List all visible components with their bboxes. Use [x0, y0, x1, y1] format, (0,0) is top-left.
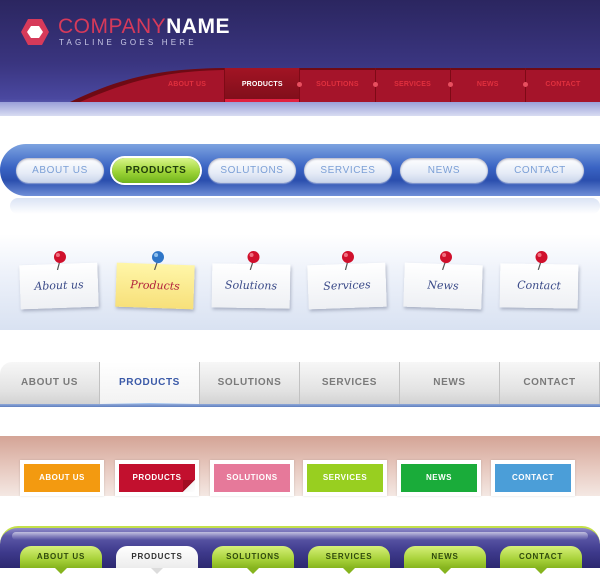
gray-tab-about-us[interactable]: ABOUT US	[0, 362, 100, 404]
sticky-note-products[interactable]: Products	[115, 251, 195, 310]
green-tab-news[interactable]: NEWS	[404, 546, 486, 574]
header-nav-label: CONTACT	[545, 81, 581, 88]
sticky-note-nav-band: About us Products Solutions Services New…	[0, 234, 600, 330]
green-tab-label: SERVICES	[325, 552, 373, 561]
color-button-face: SOLUTIONS	[214, 464, 290, 492]
green-tab-label: CONTACT	[518, 552, 564, 561]
company-name-second: NAME	[166, 15, 230, 38]
gray-tab-contact[interactable]: CONTACT	[500, 362, 600, 404]
company-header-band: COMPANYNAME TAGLINE GOES HERE ABOUT US P…	[0, 0, 600, 116]
separator-dot	[522, 82, 528, 87]
gray-tab-underline	[0, 404, 600, 407]
color-button-label: ABOUT US	[39, 473, 85, 482]
color-button-face: NEWS	[401, 464, 477, 492]
header-nav-item-news[interactable]: NEWS	[447, 68, 525, 102]
arrow-down-icon	[55, 568, 67, 574]
color-button-label: PRODUCTS	[132, 473, 182, 482]
header-nav-item-services[interactable]: SERVICES	[372, 68, 450, 102]
color-button-face: PRODUCTS	[119, 464, 195, 492]
push-pin-icon	[341, 250, 354, 271]
color-button-solutions[interactable]: SOLUTIONS	[210, 460, 294, 496]
header-nav-label: SERVICES	[394, 81, 432, 88]
pill-nav-about-us[interactable]: ABOUT US	[16, 158, 104, 183]
arrow-down-icon	[535, 568, 547, 574]
sticky-note-label: About us	[34, 278, 84, 293]
arrow-down-icon	[247, 568, 259, 574]
company-name: COMPANYNAME	[58, 15, 230, 39]
green-tab-label: SOLUTIONS	[226, 552, 280, 561]
green-tab-services[interactable]: SERVICES	[308, 546, 390, 574]
color-button-contact[interactable]: CONTACT	[491, 460, 575, 496]
push-pin-icon	[53, 250, 66, 271]
separator-dot	[372, 82, 378, 87]
sticky-note-contact[interactable]: Contact	[499, 251, 579, 309]
pill-nav-services[interactable]: SERVICES	[304, 158, 392, 183]
push-pin-icon	[440, 251, 453, 271]
header-nav-label: ABOUT US	[168, 81, 207, 88]
header-nav-item-solutions[interactable]: SOLUTIONS	[297, 68, 374, 102]
separator-dot	[297, 82, 303, 87]
arrow-down-icon	[151, 568, 163, 574]
company-name-first: COMPANY	[58, 15, 167, 38]
sticky-note-news[interactable]: News	[403, 251, 483, 310]
header-bottom-stripe	[0, 102, 600, 116]
color-button-label: SERVICES	[322, 473, 368, 482]
color-button-products[interactable]: PRODUCTS	[115, 460, 199, 496]
sticky-note-label: Products	[129, 278, 181, 293]
separator-dot	[447, 82, 453, 87]
green-tab-products[interactable]: PRODUCTS	[116, 546, 198, 574]
tagline: TAGLINE GOES HERE	[59, 38, 197, 47]
sticky-note-label: News	[427, 278, 459, 293]
header-nav-item-about-us[interactable]: ABOUT US	[150, 68, 224, 102]
color-button-label: NEWS	[426, 473, 452, 482]
color-button-about-us[interactable]: ABOUT US	[20, 460, 104, 496]
sticky-note-label: Contact	[517, 278, 561, 293]
green-tab-label: ABOUT US	[36, 552, 86, 561]
color-button-news[interactable]: NEWS	[397, 460, 481, 496]
sticky-note-solutions[interactable]: Solutions	[211, 251, 291, 309]
pill-nav-band: ABOUT US PRODUCTS SOLUTIONS SERVICES NEW…	[0, 144, 600, 214]
sticky-note-label: Solutions	[224, 278, 278, 293]
push-pin-icon	[152, 251, 165, 271]
page-curl-icon	[183, 480, 195, 492]
gray-tab-nav-band: ABOUT US PRODUCTS SOLUTIONS SERVICES NEW…	[0, 362, 600, 407]
pill-nav-products[interactable]: PRODUCTS	[112, 158, 200, 183]
green-tab-solutions[interactable]: SOLUTIONS	[212, 546, 294, 574]
sticky-note-about-us[interactable]: About us	[19, 250, 99, 310]
header-nav-item-contact[interactable]: CONTACT	[522, 68, 600, 102]
header-nav: ABOUT US PRODUCTS SOLUTIONS SERVICES NEW…	[150, 68, 600, 102]
gray-tab-solutions[interactable]: SOLUTIONS	[200, 362, 300, 404]
color-button-label: CONTACT	[511, 473, 554, 482]
pill-nav-solutions[interactable]: SOLUTIONS	[208, 158, 296, 183]
color-button-face: ABOUT US	[24, 464, 100, 492]
push-pin-icon	[535, 251, 548, 271]
green-tab-about-us[interactable]: ABOUT US	[20, 546, 102, 574]
gray-tab-products[interactable]: PRODUCTS	[100, 362, 200, 406]
pill-nav-contact[interactable]: CONTACT	[496, 158, 584, 183]
color-button-label: SOLUTIONS	[226, 473, 278, 482]
green-tab-label: NEWS	[431, 552, 459, 561]
header-nav-label: PRODUCTS	[241, 81, 283, 88]
arrow-down-icon	[343, 568, 355, 574]
color-button-nav-band: ABOUT US PRODUCTS SOLUTIONS SERVICES NEW…	[0, 436, 600, 496]
header-nav-label: NEWS	[476, 81, 499, 88]
green-tab-label: PRODUCTS	[131, 552, 183, 561]
hexagon-logo-icon	[21, 19, 49, 45]
sticky-note-label: Services	[323, 278, 371, 293]
pill-nav-reflection	[10, 198, 600, 214]
green-tab-contact[interactable]: CONTACT	[500, 546, 582, 574]
header-nav-label: SOLUTIONS	[316, 81, 359, 88]
arrow-down-icon	[439, 568, 451, 574]
color-button-face: SERVICES	[307, 464, 383, 492]
color-button-services[interactable]: SERVICES	[303, 460, 387, 496]
color-button-face: CONTACT	[495, 464, 571, 492]
push-pin-icon	[247, 251, 260, 271]
pill-nav-news[interactable]: NEWS	[400, 158, 488, 183]
gray-tab-services[interactable]: SERVICES	[300, 362, 400, 404]
green-tab-nav-band: ABOUT US PRODUCTS SOLUTIONS SERVICES NEW…	[0, 526, 600, 576]
sticky-note-services[interactable]: Services	[307, 250, 387, 310]
gray-tab-news[interactable]: NEWS	[400, 362, 500, 404]
header-nav-item-products[interactable]: PRODUCTS	[224, 68, 300, 102]
